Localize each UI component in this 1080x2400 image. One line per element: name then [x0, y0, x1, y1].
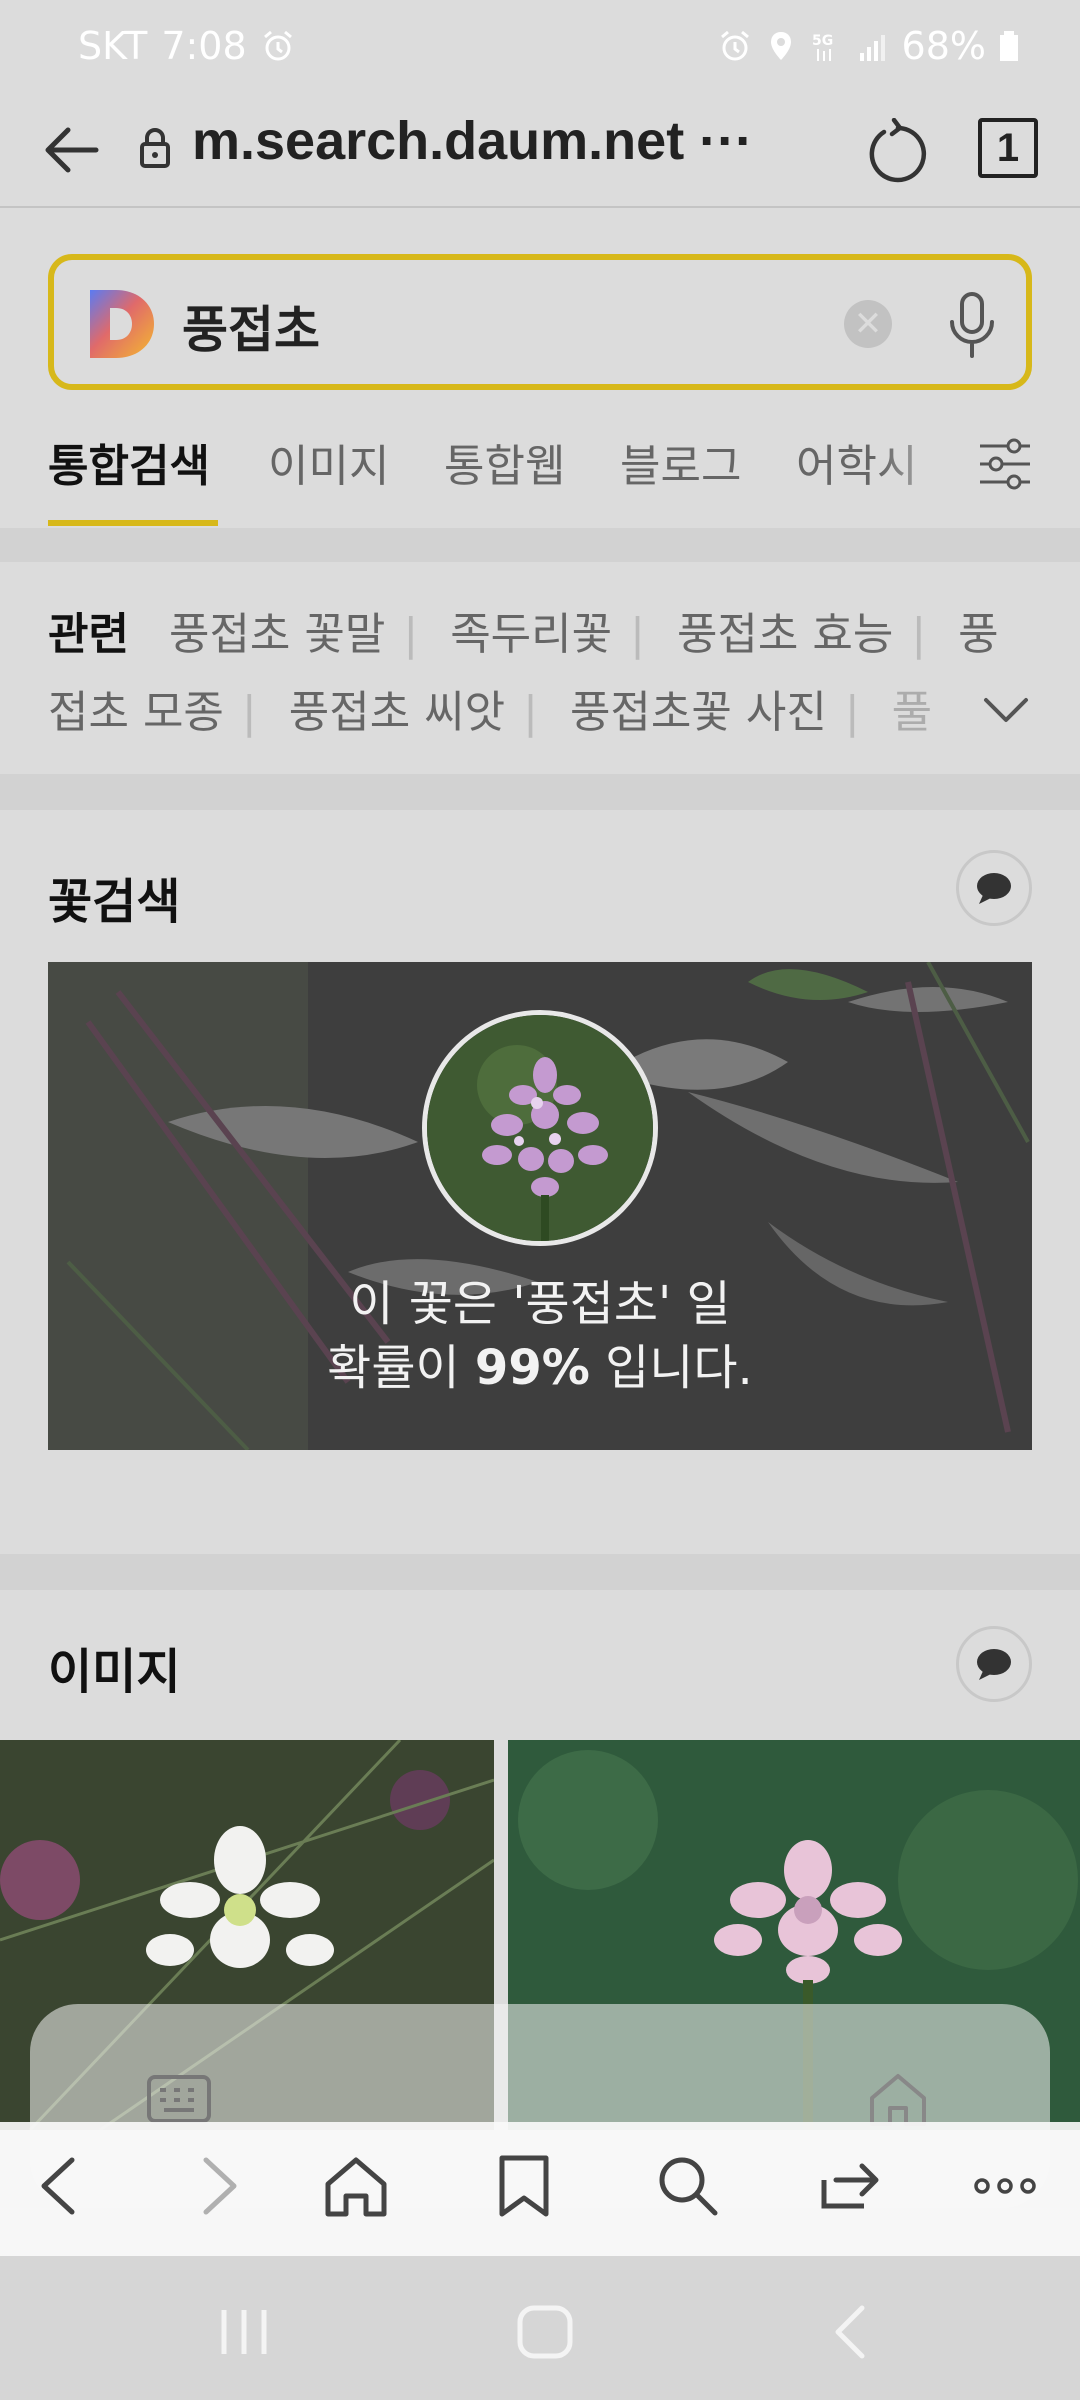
tabs-fade	[880, 420, 960, 510]
search-tabs: 통합검색 이미지 통합웹 블로그 어학시	[0, 420, 1080, 528]
feedback-bubble-icon[interactable]	[956, 1626, 1032, 1702]
tab-count-button[interactable]: 1	[978, 118, 1038, 178]
microphone-icon[interactable]	[946, 290, 998, 360]
system-nav-bar	[0, 2256, 1080, 2400]
more-options-icon[interactable]	[972, 2152, 1038, 2220]
alarm-icon	[263, 30, 292, 61]
home-icon[interactable]	[322, 2152, 390, 2220]
section-divider	[0, 528, 1080, 564]
bookmark-icon[interactable]	[490, 2152, 558, 2220]
url-text[interactable]: m.search.daum.net ···	[192, 110, 753, 172]
section-divider	[0, 1554, 1080, 1590]
share-icon[interactable]	[816, 2152, 884, 2220]
related-item[interactable]: 풍	[958, 609, 998, 660]
time-label: 7:08	[161, 24, 247, 68]
section-title: 꽃검색	[48, 874, 181, 930]
flower-result-percent: 99%	[474, 1340, 590, 1396]
forward-icon[interactable]	[182, 2152, 250, 2220]
filter-settings-icon[interactable]	[976, 434, 1034, 494]
flower-result-line1: 이 꽃은 '풍접초' 일	[349, 1276, 731, 1332]
related-item[interactable]: 풍접초꽃 사진	[570, 687, 827, 738]
lock-icon	[140, 128, 170, 168]
battery-icon	[1000, 31, 1018, 61]
search-box[interactable]: 풍접초 ✕	[48, 254, 1032, 390]
status-bar: SKT 7:08 5G 68%	[0, 0, 1080, 90]
related-item[interactable]: 접초 모종	[48, 687, 224, 738]
5g-icon: 5G	[812, 33, 833, 61]
battery-label: 68%	[901, 24, 986, 68]
search-icon[interactable]	[654, 2152, 722, 2220]
related-label: 관련	[48, 609, 129, 660]
browser-toolbar	[0, 2122, 1080, 2256]
related-searches: 관련 풍접초 꽃말 | 족두리꽃 | 풍접초 효능 | 풍 접초 모종 | 풍접초 씨앗…	[0, 562, 1080, 774]
home-button-icon[interactable]	[514, 2304, 576, 2360]
svg-text:5G: 5G	[812, 33, 833, 49]
carrier-label: SKT	[78, 24, 148, 68]
feedback-bubble-icon[interactable]	[956, 850, 1032, 926]
location-icon	[770, 32, 791, 60]
url-bar: m.search.daum.net ··· 1	[0, 90, 1080, 208]
flower-thumbnail	[422, 1010, 658, 1246]
section-divider	[0, 774, 1080, 810]
search-input[interactable]: 풍접초	[182, 290, 320, 362]
tab-blog[interactable]: 블로그	[620, 430, 741, 494]
tab-images[interactable]: 이미지	[268, 430, 389, 494]
flower-result-prefix: 확률이	[327, 1340, 475, 1396]
flower-result-card[interactable]: 이 꽃은 '풍접초' 일 확률이 99% 입니다.	[48, 962, 1032, 1450]
chevron-down-icon[interactable]	[980, 690, 1032, 730]
back-icon[interactable]	[28, 2152, 96, 2220]
reload-icon[interactable]	[864, 118, 932, 186]
related-item[interactable]: 풍접초 효능	[677, 609, 893, 660]
related-item[interactable]: 족두리꽃	[450, 609, 612, 660]
active-tab-indicator	[48, 520, 218, 526]
section-title: 이미지	[48, 1644, 181, 1700]
keyboard-icon[interactable]	[146, 2074, 212, 2124]
system-back-icon[interactable]	[822, 2304, 882, 2360]
tab-integrated[interactable]: 통합검색	[48, 430, 210, 494]
flower-result-suffix: 입니다.	[589, 1340, 753, 1396]
clear-icon[interactable]: ✕	[844, 300, 892, 348]
daum-logo-icon	[90, 290, 154, 358]
tab-web[interactable]: 통합웹	[444, 430, 565, 494]
alarm-icon	[720, 30, 749, 61]
flower-result-line2: 확률이 99% 입니다.	[48, 1328, 1032, 1398]
related-item[interactable]: 풍접초 씨앗	[289, 687, 505, 738]
related-item[interactable]: 풀	[892, 687, 932, 738]
back-arrow-icon[interactable]	[40, 118, 104, 182]
home-icon[interactable]	[866, 2070, 930, 2128]
recent-apps-icon[interactable]	[214, 2304, 274, 2360]
signal-icon	[859, 35, 885, 61]
related-item[interactable]: 풍접초 꽃말	[169, 609, 385, 660]
